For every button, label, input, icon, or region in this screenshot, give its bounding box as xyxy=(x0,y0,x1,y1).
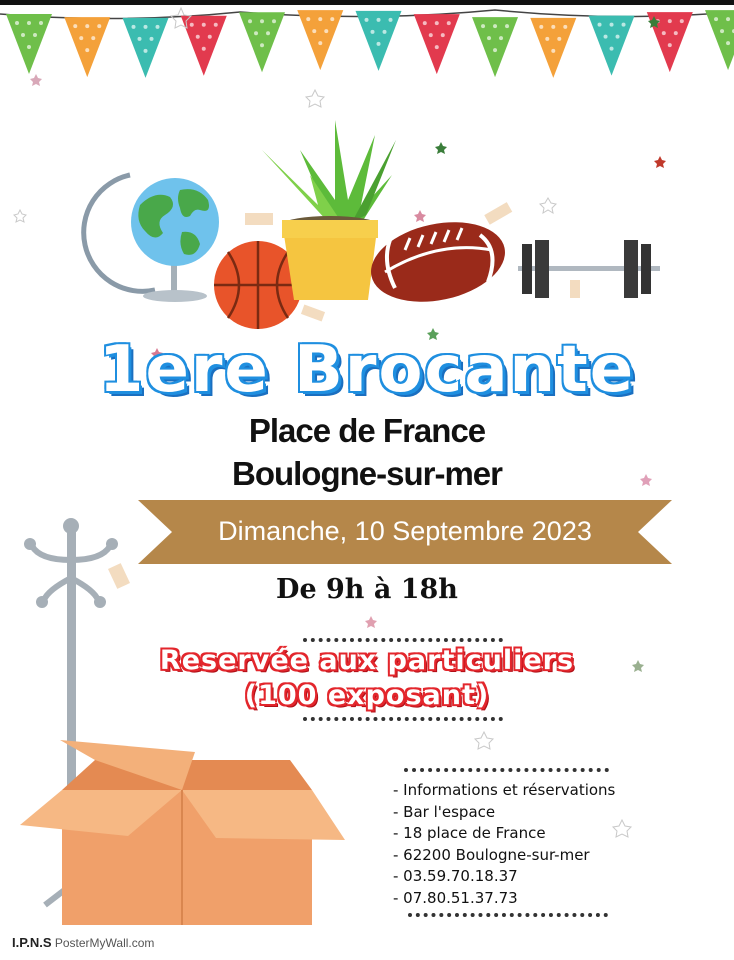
venue-line-2: Boulogne-sur-mer xyxy=(231,455,503,492)
ipns-label: I.P.N.S xyxy=(12,935,52,950)
credit-line: I.P.N.S PosterMyWall.com xyxy=(12,935,154,950)
info-block: - Informations et réservations - Bar l'e… xyxy=(393,780,723,909)
info-line: - Bar l'espace xyxy=(393,802,496,821)
reserved-line-2: (100 exposant) xyxy=(244,680,490,711)
event-date: Dimanche, 10 Septembre 2023 xyxy=(218,516,592,546)
cardboard-box-icon xyxy=(20,740,345,925)
venue-line-1: Place de France xyxy=(248,412,486,449)
postermywall-credit: PosterMyWall.com xyxy=(54,936,155,950)
reserved-line-1: Reservée aux particuliers xyxy=(159,645,575,676)
dotted-divider xyxy=(404,768,609,776)
info-line: - 03.59.70.18.37 xyxy=(393,867,518,885)
bunting-banner xyxy=(0,9,734,78)
event-title: 1ere Brocante xyxy=(98,333,636,407)
info-line: - 07.80.51.37.73 xyxy=(393,888,518,907)
globe-icon xyxy=(81,172,219,302)
info-line: - 18 place de France xyxy=(393,824,546,842)
dotted-divider xyxy=(408,913,608,921)
info-line: - Informations et réservations xyxy=(393,781,616,799)
basketball-icon xyxy=(214,241,302,329)
info-line: - 62200 Boulogne-sur-mer xyxy=(393,845,590,864)
dumbbell-icon xyxy=(518,240,660,298)
plant-pot-icon xyxy=(262,120,396,300)
event-hours: De 9h à 18h xyxy=(276,574,458,605)
football-icon xyxy=(371,222,505,302)
dotted-divider xyxy=(303,717,503,725)
